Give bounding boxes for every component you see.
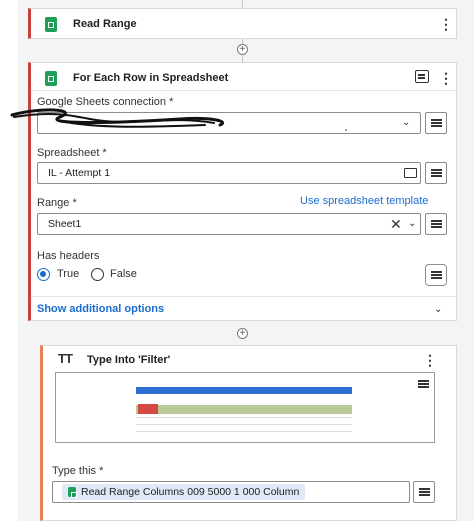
add-step-icon[interactable]: +: [237, 328, 248, 339]
type-into-title: Type Into 'Filter': [87, 354, 171, 366]
spreadsheet-settings-button[interactable]: [425, 162, 447, 184]
for-each-title: For Each Row in Spreadsheet: [73, 72, 229, 84]
redaction-scribble: [10, 108, 347, 131]
sliders-icon: [430, 220, 442, 228]
range-value: Sheet1: [48, 218, 82, 230]
more-options-icon[interactable]: ⋮: [423, 353, 437, 367]
range-select[interactable]: Sheet1 ✕ ⌄: [37, 213, 421, 235]
spreadsheet-value: IL - Attempt 1: [48, 167, 111, 179]
sliders-icon[interactable]: [418, 380, 429, 388]
text-type-icon: TT: [58, 351, 73, 366]
spreadsheet-label: Spreadsheet *: [37, 147, 107, 159]
show-additional-options[interactable]: Show additional options: [37, 303, 164, 315]
thumbnail-red-marker: [138, 404, 158, 414]
has-headers-label: Has headers: [37, 250, 100, 262]
chip-label: Read Range Columns 009 5000 1 000 Column: [81, 486, 300, 498]
range-label: Range *: [37, 197, 77, 209]
sliders-icon: [430, 271, 442, 279]
clear-icon[interactable]: ✕: [390, 216, 402, 233]
read-range-card[interactable]: Read Range ⋮: [28, 8, 457, 39]
target-screenshot-thumbnail[interactable]: [55, 372, 435, 443]
type-this-settings-button[interactable]: [413, 481, 435, 503]
use-template-link[interactable]: Use spreadsheet template: [300, 195, 428, 207]
collapse-icon[interactable]: [415, 70, 429, 83]
sliders-icon: [430, 169, 442, 177]
spreadsheet-input[interactable]: IL - Attempt 1: [37, 162, 421, 184]
sliders-icon: [418, 488, 430, 496]
type-this-input[interactable]: Read Range Columns 009 5000 1 000 Column: [52, 481, 410, 503]
thumbnail-topbar: [136, 387, 352, 394]
header-divider: [31, 90, 457, 91]
radio-true-label: True: [57, 268, 80, 280]
type-into-card[interactable]: TT Type Into 'Filter' ⋮ Type this * Read…: [48, 345, 451, 521]
google-sheets-icon: [45, 70, 57, 86]
radio-false[interactable]: [91, 268, 104, 281]
google-sheets-icon: [45, 16, 57, 32]
thumbnail-line: [136, 431, 352, 432]
chevron-down-icon[interactable]: ⌄: [434, 304, 442, 315]
top-connector: [242, 0, 243, 8]
options-divider: [31, 296, 457, 297]
more-options-icon[interactable]: ⋮: [439, 17, 453, 31]
chevron-down-icon[interactable]: ⌄: [408, 218, 416, 229]
type-this-label: Type this *: [52, 465, 104, 477]
value-chip[interactable]: Read Range Columns 009 5000 1 000 Column: [62, 484, 306, 500]
folder-icon[interactable]: [404, 168, 417, 178]
thumbnail-line: [136, 424, 352, 425]
headers-settings-button[interactable]: [425, 264, 447, 286]
add-step-icon[interactable]: +: [237, 44, 248, 55]
range-settings-button[interactable]: [425, 213, 447, 235]
read-range-title: Read Range: [73, 18, 137, 30]
radio-false-label: False: [110, 268, 137, 280]
google-sheets-icon: [68, 487, 77, 498]
more-options-icon[interactable]: ⋮: [439, 71, 453, 85]
radio-true[interactable]: [37, 268, 50, 281]
thumbnail-row-highlight: [136, 405, 352, 414]
thumbnail-line: [136, 417, 352, 418]
